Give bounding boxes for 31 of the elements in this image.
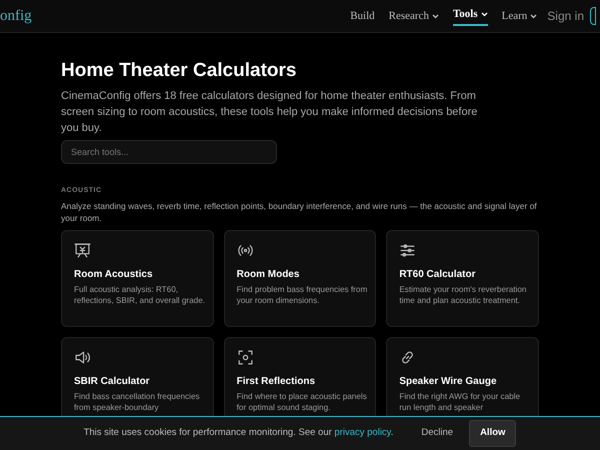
- card-title: First Reflections: [236, 374, 316, 388]
- nav-link[interactable]: Tools: [452, 6, 488, 26]
- nav-link[interactable]: Research: [388, 7, 439, 25]
- calculator-card[interactable]: RT60 Calculator Estimate your room's reverberation time and plan acoustic treatment.: [386, 230, 539, 326]
- sliders-icon: [399, 242, 416, 258]
- card-description: Full acoustic analysis: RT60, reflections, SBIR, and overall grade.: [74, 284, 206, 306]
- card-description: Find problem bass frequencies from your room dimensions.: [236, 284, 368, 306]
- card-description: Estimate your room's reverberation time and plan acoustic treatment.: [399, 284, 528, 306]
- intro-paragraph: CinemaConfig offers 18 free calculators designed for home theater enthusiasts. From screen sizing to room acoustics, these tools help you make informed decisions before you buy.: [61, 89, 478, 136]
- card-description: Find bass cancellation frequencies from speaker-boundary: [74, 390, 201, 414]
- focus-icon: [236, 348, 254, 366]
- card-title: RT60 Calculator: [399, 268, 476, 280]
- header-button[interactable]: [590, 7, 596, 25]
- allow-button[interactable]: Allow: [469, 420, 516, 447]
- presentation-icon: [74, 242, 91, 258]
- speaker-icon: [74, 348, 91, 366]
- card-title: Room Acoustics: [74, 268, 154, 280]
- card-title: SBIR Calculator: [74, 374, 151, 388]
- page-title: Home Theater Calculators: [61, 59, 298, 83]
- card-description: Find the right AWG for your cable run length and speaker: [399, 390, 522, 414]
- section-description: Analyze standing waves, reverb time, reflection points, boundary interference, and wire runs — the acoustic and signal layer of your room.: [61, 200, 538, 224]
- nav-link[interactable]: Build: [350, 7, 375, 25]
- search-field[interactable]: Search tools...: [61, 140, 277, 164]
- calculator-card[interactable]: Room Modes Find problem bass frequencies from your room dimensions.: [224, 230, 376, 326]
- card-description: Find where to place acoustic panels for optimal sound staging.: [236, 390, 368, 414]
- sign-in-link[interactable]: Sign in: [547, 7, 584, 25]
- card-title: Speaker Wire Gauge: [399, 374, 498, 388]
- nav-link[interactable]: Learn: [502, 7, 538, 25]
- calculator-card[interactable]: Room Acoustics Full acoustic analysis: RT60, reflections, SBIR, and overall grade.: [61, 230, 214, 326]
- site-logo[interactable]: onfig: [0, 4, 32, 28]
- card-title: Room Modes: [236, 268, 300, 280]
